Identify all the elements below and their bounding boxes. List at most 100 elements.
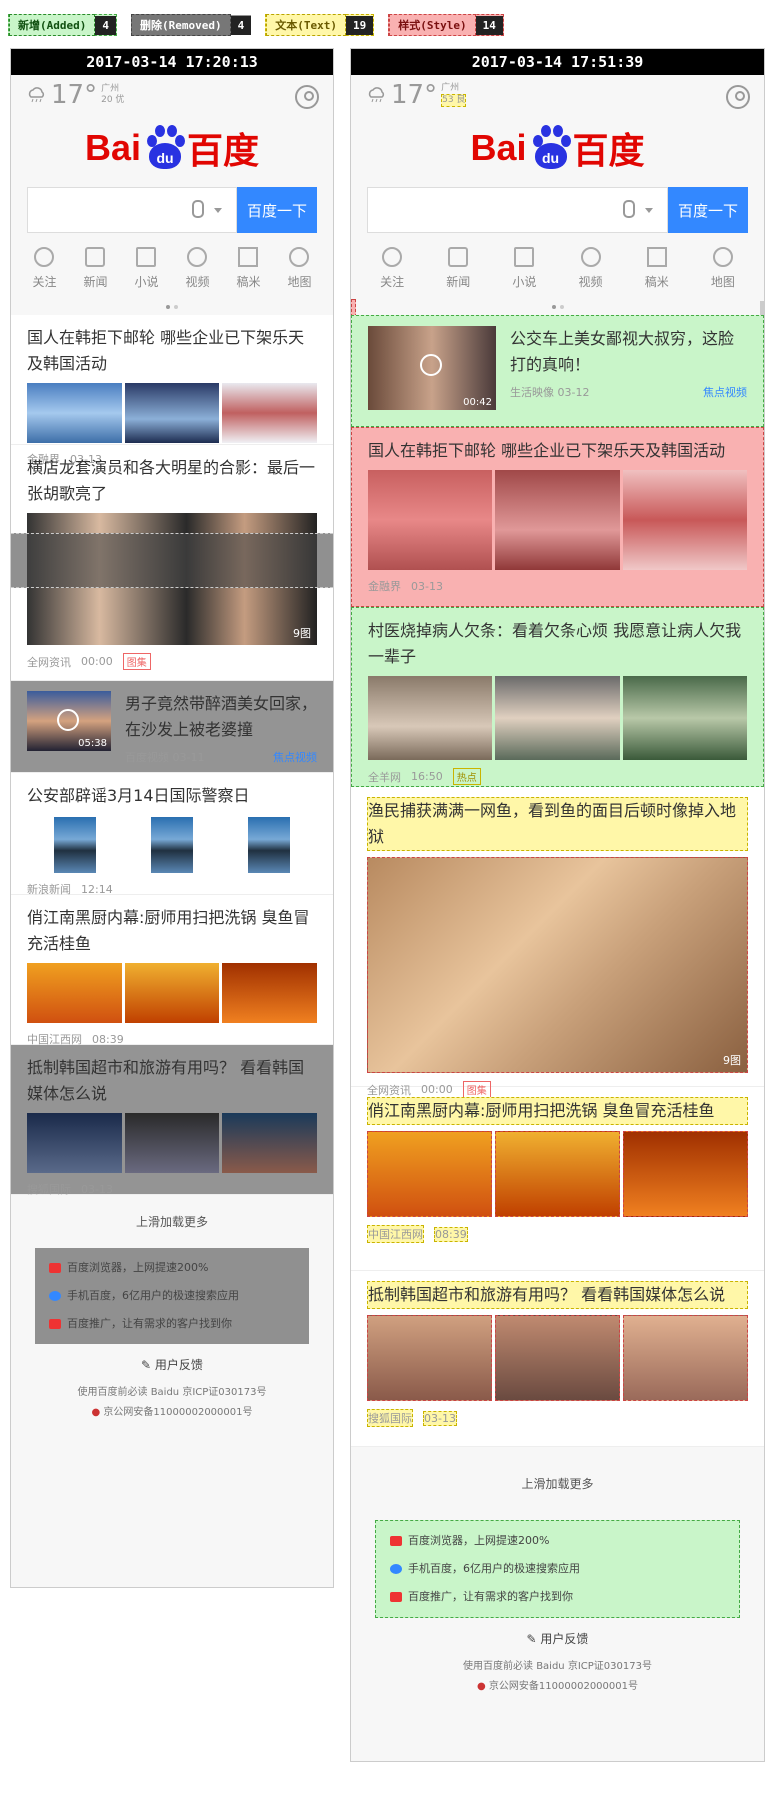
heart-icon [382,247,403,267]
promo-links-removed: 百度浏览器，上网提速200% 手机百度，6亿用户的极速搜索应用 百度推广，让有需… [35,1248,309,1344]
video-card-removed[interactable]: 05:38 男子竟然带醉酒美女回家，在沙发上被老婆撞 百度视频 03-11 焦点视… [11,681,333,773]
grid-icon [238,247,259,267]
nav-item-map[interactable]: 地图 [287,247,312,305]
cloud-rain-icon [27,87,47,103]
load-more[interactable]: 上滑加载更多 [11,1195,333,1248]
hot-icon [49,1263,61,1273]
user-avatar-icon[interactable] [295,85,319,109]
page-dots [11,305,333,315]
promo-link[interactable]: 手机百度，6亿用户的极速搜索应用 [49,1282,295,1310]
city: 广州 [101,84,120,94]
promo-link[interactable]: 百度推广，让有需求的客户找到你 [49,1310,295,1338]
news-card[interactable]: 俏江南黑厨内幕:厨师用扫把洗锅 臭鱼冒充活桂鱼 中国江西网 08:39 [351,1087,764,1271]
focus-video-link[interactable]: 焦点视频 [703,384,747,400]
promo-link[interactable]: 百度推广，让有需求的客户找到你 [390,1583,725,1611]
search-bar: 百度一下 [367,187,748,233]
news-card[interactable]: 公安部辟谣3月14日国际警察日 新浪新闻 12:14 [11,773,333,896]
news-icon [448,247,469,267]
legend-style: 样式(Style) 14 [388,14,504,36]
search-input[interactable] [367,187,668,233]
kitchen-image [495,1131,620,1217]
search-input[interactable] [27,187,237,233]
poster-image [150,817,193,873]
nav-item-map[interactable]: 地图 [711,247,735,305]
nav-bar: 关注 新闻 小说 视频 稿米 地图 [351,233,764,305]
city: 广州 [441,83,460,93]
store-image [622,470,747,570]
timestamp: 2017-03-14 17:51:39 [351,49,764,75]
baidu-logo: Bai du 百度 [470,125,645,171]
load-more[interactable]: 上滑加载更多 [351,1447,764,1520]
paw-icon [390,1564,402,1574]
screenshot-after: 2017-03-14 17:51:39 17° 广州 53 良 Bai du 百度… [350,48,765,1762]
chevron-down-icon[interactable] [214,208,222,213]
microphone-icon[interactable] [623,200,635,218]
feedback-link[interactable]: ✎ 用户反馈 [351,1618,764,1657]
police-badge-icon: ● [91,1407,101,1418]
nav-item-gaomi[interactable]: 稿米 [236,247,261,305]
ship-image [495,470,620,570]
doctor-image [495,676,620,760]
news-card-added[interactable]: 村医烧掉病人欠条：看着欠条心烦 我愿意让病人欠我一辈子 全羊网 16:50 热点 [351,607,764,787]
diff-legend: 新增(Added) 4 删除(Removed) 4 文本(Text) 19 样式(St… [8,12,504,38]
play-icon [187,247,208,267]
map-pin-icon [712,247,733,267]
nav-item-video[interactable]: 视频 [185,247,210,305]
video-thumbnail: 05:38 [27,691,111,751]
nav-item-follow[interactable]: 关注 [32,247,57,305]
news-card[interactable]: 抵制韩国超市和旅游有用吗？ 看看韩国媒体怎么说 搜狐国际 03-13 [351,1271,764,1447]
temperature: 17° [51,80,98,110]
ship-image [368,470,493,570]
removed-overlay [11,533,333,588]
focus-video-link[interactable]: 焦点视频 [273,749,317,765]
police-badge-icon: ● [477,1681,486,1692]
feedback-link[interactable]: ✎ 用户反馈 [11,1344,333,1383]
promo-link[interactable]: 百度浏览器，上网提速200% [390,1527,725,1555]
kitchen-image [27,963,122,1023]
promo-links-added: 百度浏览器，上网提速200% 手机百度，6亿用户的极速搜索应用 百度推广，让有需… [375,1520,740,1618]
paw-icon [49,1291,61,1301]
paw-icon: du [529,125,571,171]
nav-item-news[interactable]: 新闻 [83,247,108,305]
nav-item-novel[interactable]: 小说 [512,247,536,305]
microphone-icon[interactable] [192,200,204,218]
nav-item-gaomi[interactable]: 稿米 [645,247,669,305]
video-card-added[interactable]: 00:42 公交车上美女鄙视大叔穷，这脸打的真响！ 生活映像 03-12 焦点视频 [351,315,764,427]
news-card-restyled[interactable]: 国人在韩拒下邮轮 哪些企业已下架乐天及韩国活动 金融界 03-13 [351,427,764,607]
news-card[interactable]: 横店龙套演员和各大明星的合影：最后一张胡歌亮了 9图 全网资讯 00:00 图集 [11,445,333,681]
fishing-photo: 9图 [367,857,748,1073]
nav-bar: 关注 新闻 小说 视频 稿米 地图 [11,233,333,305]
search-button[interactable]: 百度一下 [237,187,317,233]
weather-widget[interactable]: 17° 广州 53 良 [367,81,467,109]
store-image [222,383,318,443]
kitchen-image [222,963,318,1023]
news-card[interactable]: 渔民捕获满满一网鱼，看到鱼的面目后顿时像掉入地狱 9图 全网资讯 00:00 图集 [351,787,764,1098]
tv-news-image [623,1315,748,1401]
chevron-down-icon[interactable] [645,208,653,213]
news-icon [85,247,106,267]
page-dots [351,305,764,315]
news-feed: 00:42 公交车上美女鄙视大叔穷，这脸打的真响！ 生活映像 03-12 焦点视频… [351,315,764,1447]
nav-item-novel[interactable]: 小说 [134,247,159,305]
doctor-image [368,676,493,760]
map-pin-icon [289,247,310,267]
weather-widget[interactable]: 17° 广州 20 优 [27,81,124,109]
promo-link[interactable]: 手机百度，6亿用户的极速搜索应用 [390,1555,725,1583]
paw-icon: du [143,125,185,171]
news-card-removed[interactable]: 抵制韩国超市和旅游有用吗？ 看看韩国媒体怎么说 搜狐国际 03-13 [11,1045,333,1196]
news-card[interactable]: 俏江南黑厨内幕:厨师用扫把洗锅 臭鱼冒充活桂鱼 中国江西网 08:39 [11,895,333,1046]
news-card[interactable]: 国人在韩拒下邮轮 哪些企业已下架乐天及韩国活动 金融界 03-13 [11,315,333,466]
nav-item-news[interactable]: 新闻 [446,247,470,305]
news-feed: 国人在韩拒下邮轮 哪些企业已下架乐天及韩国活动 金融界 03-13 横店龙套演员和… [11,315,333,1196]
nav-item-video[interactable]: 视频 [579,247,603,305]
edit-icon: ✎ [526,1632,541,1646]
promo-link[interactable]: 百度浏览器，上网提速200% [49,1254,295,1282]
heart-icon [34,247,55,267]
poster-image [54,817,97,873]
header: 17° 广州 53 良 [351,75,764,115]
baidu-logo: Bai du 百度 [84,125,260,171]
clinic-image [622,676,747,760]
user-avatar-icon[interactable] [726,85,750,109]
search-button[interactable]: 百度一下 [668,187,748,233]
nav-item-follow[interactable]: 关注 [380,247,404,305]
